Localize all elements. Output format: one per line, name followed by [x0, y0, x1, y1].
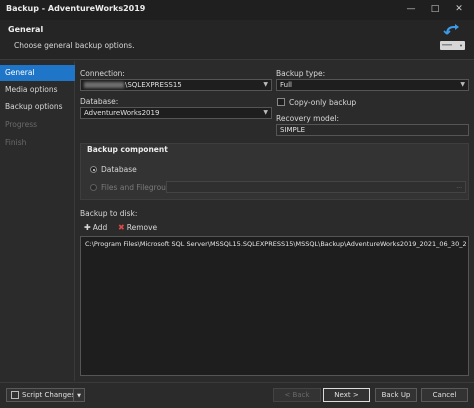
copy-only-checkbox[interactable] [277, 98, 285, 106]
maximize-icon[interactable]: □ [428, 2, 442, 16]
database-value: AdventureWorks2019 [84, 109, 160, 117]
files-filegroups-radio[interactable] [90, 184, 97, 191]
recovery-model-field: SIMPLE [276, 124, 469, 136]
nav-item-media-options[interactable]: Media options [0, 82, 75, 98]
connection-label: Connection: [80, 69, 125, 78]
script-icon [11, 391, 19, 399]
backup-type-value: Full [280, 81, 292, 89]
redacted-server-name [84, 82, 124, 88]
chevron-down-icon: ▼ [77, 393, 81, 399]
backup-component-group: Backup component Database Files and File… [80, 143, 469, 200]
add-file-icon: ✚ [84, 223, 91, 232]
backup-to-disk-label: Backup to disk: [80, 209, 138, 218]
files-filegroups-label: Files and Filegroups [101, 183, 175, 192]
title-bar: Backup - AdventureWorks2019 — □ ✕ [0, 0, 474, 20]
page-subtitle: Choose general backup options. [14, 41, 135, 50]
cancel-button[interactable]: Cancel [421, 388, 468, 402]
recovery-model-label: Recovery model: [276, 114, 340, 123]
minimize-icon[interactable]: — [404, 2, 418, 16]
page-header: General Choose general backup options. [0, 20, 474, 60]
next-button[interactable]: Next > [323, 388, 370, 402]
connection-dropdown[interactable]: \SQLEXPRESS15 ▼ [80, 79, 272, 91]
script-changes-label: Script Changes [22, 391, 75, 399]
browse-button: ... [456, 183, 462, 190]
script-changes-dropdown[interactable]: ▼ [73, 388, 85, 402]
add-label: Add [92, 223, 108, 232]
add-button[interactable]: ✚ Add [84, 223, 107, 232]
chevron-down-icon: ▼ [263, 109, 268, 116]
close-icon[interactable]: ✕ [452, 2, 466, 16]
backup-type-dropdown[interactable]: Full ▼ [276, 79, 469, 91]
backup-button[interactable]: Back Up [375, 388, 417, 402]
remove-label: Remove [126, 223, 158, 232]
remove-icon: ✖ [118, 223, 125, 232]
wizard-footer: Script Changes ▼ < Back Next > Back Up C… [0, 382, 474, 408]
copy-only-label: Copy-only backup [289, 98, 357, 107]
recovery-model-value: SIMPLE [280, 126, 306, 134]
script-changes-button[interactable]: Script Changes [6, 388, 75, 402]
nav-item-backup-options[interactable]: Backup options [0, 99, 75, 115]
page-title: General [8, 25, 44, 34]
general-page: Connection: \SQLEXPRESS15 ▼ Database: Ad… [76, 61, 474, 381]
back-button: < Back [273, 388, 321, 402]
list-item[interactable]: C:\Program Files\Microsoft SQL Server\MS… [83, 239, 466, 249]
database-radio[interactable] [90, 166, 97, 173]
database-radio-label: Database [101, 165, 137, 174]
window-title: Backup - AdventureWorks2019 [6, 4, 146, 13]
connection-value: \SQLEXPRESS15 [125, 81, 182, 89]
wizard-nav: General Media options Backup options Pro… [0, 61, 75, 381]
backup-component-title: Backup component [87, 145, 168, 154]
nav-item-general[interactable]: General [0, 65, 75, 81]
nav-item-finish: Finish [5, 138, 27, 147]
database-label: Database: [80, 97, 119, 106]
chevron-down-icon: ▼ [263, 81, 268, 88]
backup-type-label: Backup type: [276, 69, 326, 78]
backup-server-icon [440, 24, 465, 50]
nav-item-progress: Progress [5, 120, 38, 129]
backup-destination-list[interactable]: C:\Program Files\Microsoft SQL Server\MS… [80, 236, 469, 376]
remove-button[interactable]: ✖ Remove [118, 223, 157, 232]
chevron-down-icon: ▼ [460, 81, 465, 88]
files-filegroups-field: ... [166, 181, 466, 193]
database-dropdown[interactable]: AdventureWorks2019 ▼ [80, 107, 272, 119]
